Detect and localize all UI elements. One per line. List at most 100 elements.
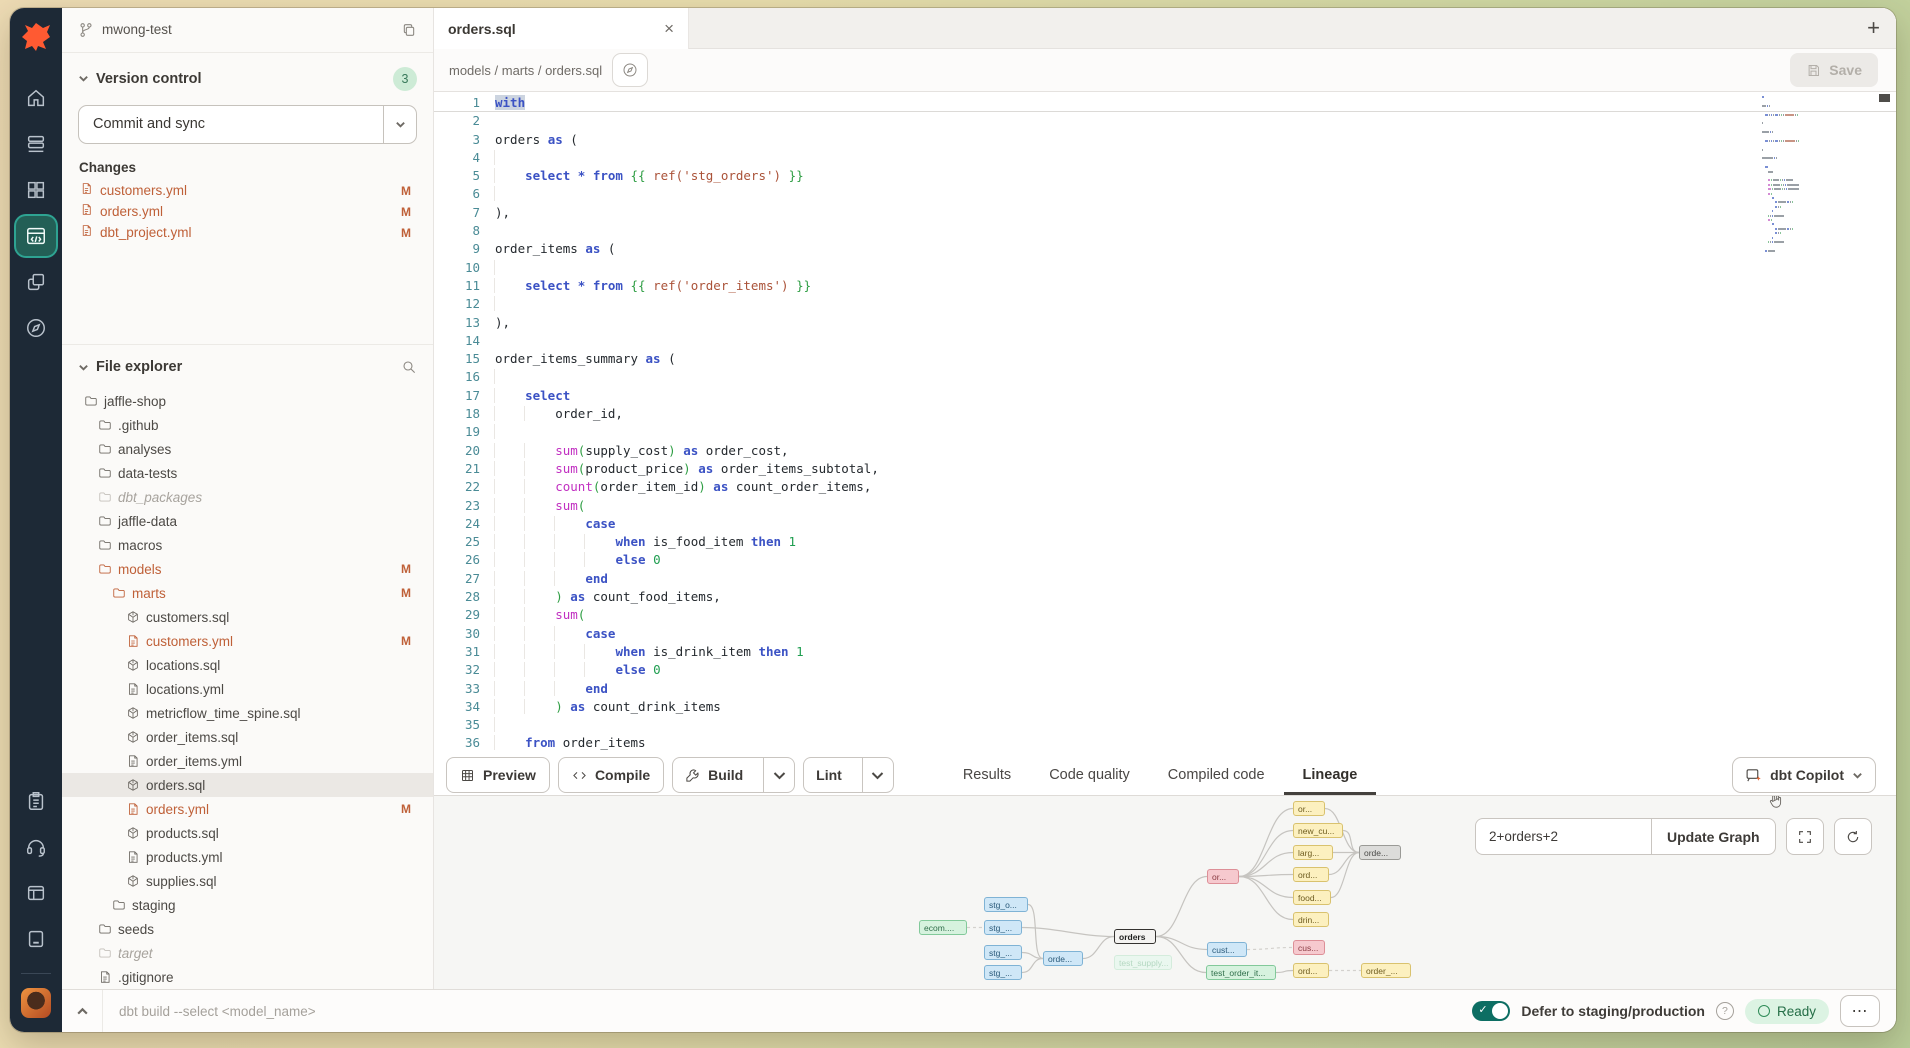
- tree-item-customers-sql[interactable]: customers.sql: [62, 605, 433, 629]
- code-line[interactable]: 13),: [434, 314, 1896, 332]
- code-line[interactable]: 11 select * from {{ ref('order_items') }…: [434, 277, 1896, 295]
- tree-item-jaffle-shop[interactable]: jaffle-shop: [62, 389, 433, 413]
- code-line[interactable]: 26 else 0: [434, 551, 1896, 569]
- open-lineage-icon-button[interactable]: [612, 53, 648, 87]
- update-graph-button[interactable]: Update Graph: [1651, 818, 1776, 855]
- code-line[interactable]: 14: [434, 332, 1896, 350]
- code-line[interactable]: 30 case: [434, 625, 1896, 643]
- tree-item-data-tests[interactable]: data-tests: [62, 461, 433, 485]
- new-tab-button[interactable]: +: [1867, 15, 1880, 41]
- compile-button[interactable]: Compile: [558, 757, 664, 793]
- tab-orders-sql[interactable]: orders.sql ×: [434, 8, 689, 49]
- notes-icon[interactable]: [16, 781, 56, 821]
- tree-item-products-yml[interactable]: products.yml: [62, 845, 433, 869]
- preview-button[interactable]: Preview: [446, 757, 550, 793]
- lineage-node-orpink[interactable]: or...: [1207, 869, 1239, 884]
- tree-item--github[interactable]: .github: [62, 413, 433, 437]
- code-line[interactable]: 2: [434, 112, 1896, 130]
- build-options-dropdown[interactable]: [763, 758, 794, 792]
- expand-command-bar-icon[interactable]: [62, 1005, 102, 1018]
- tree-item-marts[interactable]: martsM: [62, 581, 433, 605]
- code-line[interactable]: 18 order_id,: [434, 405, 1896, 423]
- lineage-node-newcu[interactable]: new_cu...: [1293, 823, 1343, 838]
- lint-options-dropdown[interactable]: [862, 758, 893, 792]
- dbt-copilot-button[interactable]: dbt Copilot: [1732, 757, 1876, 793]
- dbt-logo-icon[interactable]: [19, 20, 53, 54]
- lineage-node-stg3[interactable]: stg_...: [984, 945, 1022, 960]
- code-line[interactable]: 31 when is_drink_item then 1: [434, 643, 1896, 661]
- lineage-node-stg4[interactable]: stg_...: [984, 965, 1022, 980]
- search-icon[interactable]: [401, 359, 417, 375]
- tree-item-locations-yml[interactable]: locations.yml: [62, 677, 433, 701]
- tree-item-macros[interactable]: macros: [62, 533, 433, 557]
- lineage-node-stg1[interactable]: stg_o...: [984, 897, 1028, 912]
- code-line[interactable]: 32 else 0: [434, 661, 1896, 679]
- code-line[interactable]: 3orders as (: [434, 131, 1896, 149]
- terminal-icon[interactable]: [16, 919, 56, 959]
- command-input-placeholder[interactable]: dbt build --select <model_name>: [119, 1004, 316, 1019]
- develop-icon[interactable]: [16, 216, 56, 256]
- tab-results[interactable]: Results: [944, 755, 1030, 795]
- help-icon[interactable]: ?: [1716, 1002, 1734, 1020]
- ready-status-badge[interactable]: Ready: [1745, 999, 1829, 1024]
- editor-scrollbar-thumb[interactable]: [1879, 94, 1890, 102]
- code-line[interactable]: 33 end: [434, 680, 1896, 698]
- lineage-node-testoi[interactable]: test_order_it...: [1206, 965, 1276, 980]
- code-line[interactable]: 36 from order_items: [434, 734, 1896, 752]
- code-line[interactable]: 12: [434, 295, 1896, 313]
- code-line[interactable]: 25 when is_food_item then 1: [434, 533, 1896, 551]
- user-avatar[interactable]: [21, 988, 51, 1018]
- version-control-header[interactable]: Version control 3: [62, 53, 433, 97]
- code-line[interactable]: 35: [434, 716, 1896, 734]
- close-tab-icon[interactable]: ×: [664, 20, 674, 37]
- tree-item-orders-yml[interactable]: orders.ymlM: [62, 797, 433, 821]
- file-explorer-header[interactable]: File explorer: [62, 345, 433, 381]
- lineage-node-yord2[interactable]: ord...: [1293, 963, 1329, 978]
- tab-compiled-code[interactable]: Compiled code: [1149, 755, 1284, 795]
- fullscreen-button[interactable]: [1786, 818, 1824, 855]
- lint-button[interactable]: Lint: [803, 757, 894, 793]
- home-icon[interactable]: [16, 78, 56, 118]
- lineage-node-orders[interactable]: orders: [1114, 929, 1156, 944]
- lineage-node-testsup[interactable]: test_supply...: [1114, 955, 1172, 970]
- lineage-node-ecom[interactable]: ecom....: [919, 920, 967, 935]
- code-editor[interactable]: 1with23orders as (4 5 select * from {{ r…: [434, 92, 1896, 755]
- tree-item--gitignore[interactable]: .gitignore: [62, 965, 433, 989]
- code-line[interactable]: 20 sum(supply_cost) as order_cost,: [434, 442, 1896, 460]
- lineage-node-cuspink[interactable]: cus...: [1293, 940, 1325, 955]
- tree-item-seeds[interactable]: seeds: [62, 917, 433, 941]
- code-line[interactable]: 4: [434, 149, 1896, 167]
- tree-item-customers-yml[interactable]: customers.ymlM: [62, 629, 433, 653]
- build-button[interactable]: Build: [672, 757, 795, 793]
- code-line[interactable]: 24 case: [434, 515, 1896, 533]
- tab-lineage[interactable]: Lineage: [1284, 755, 1377, 795]
- code-line[interactable]: 34 ) as count_drink_items: [434, 698, 1896, 716]
- lineage-node-food[interactable]: food...: [1293, 890, 1331, 905]
- apps-icon[interactable]: [16, 170, 56, 210]
- tree-item-jaffle-data[interactable]: jaffle-data: [62, 509, 433, 533]
- tree-item-locations-sql[interactable]: locations.sql: [62, 653, 433, 677]
- explore-icon[interactable]: [16, 308, 56, 348]
- tree-item-order-items-yml[interactable]: order_items.yml: [62, 749, 433, 773]
- lineage-node-drin[interactable]: drin...: [1293, 912, 1329, 927]
- tree-item-analyses[interactable]: analyses: [62, 437, 433, 461]
- commit-and-sync-label[interactable]: Commit and sync: [79, 106, 383, 144]
- refresh-button[interactable]: [1834, 818, 1872, 855]
- lineage-node-y_or[interactable]: or...: [1293, 801, 1325, 816]
- code-line[interactable]: 29 sum(: [434, 606, 1896, 624]
- tree-item-target[interactable]: target: [62, 941, 433, 965]
- more-options-button[interactable]: ⋯: [1840, 995, 1880, 1027]
- defer-toggle[interactable]: [1472, 1001, 1510, 1021]
- changed-file-row[interactable]: customers.ymlM: [62, 180, 433, 201]
- tree-item-models[interactable]: modelsM: [62, 557, 433, 581]
- copy-icon[interactable]: [401, 22, 417, 38]
- environments-icon[interactable]: [16, 124, 56, 164]
- tree-item-dbt-packages[interactable]: dbt_packages: [62, 485, 433, 509]
- tree-item-orders-sql[interactable]: orders.sql: [62, 773, 433, 797]
- docs-icon[interactable]: [16, 873, 56, 913]
- commit-and-sync-button[interactable]: Commit and sync: [78, 105, 417, 145]
- lineage-node-orderfar[interactable]: order_...: [1361, 963, 1411, 978]
- code-line[interactable]: 9order_items as (: [434, 240, 1896, 258]
- lineage-node-larg[interactable]: larg...: [1293, 845, 1333, 860]
- code-line[interactable]: 21 sum(product_price) as order_items_sub…: [434, 460, 1896, 478]
